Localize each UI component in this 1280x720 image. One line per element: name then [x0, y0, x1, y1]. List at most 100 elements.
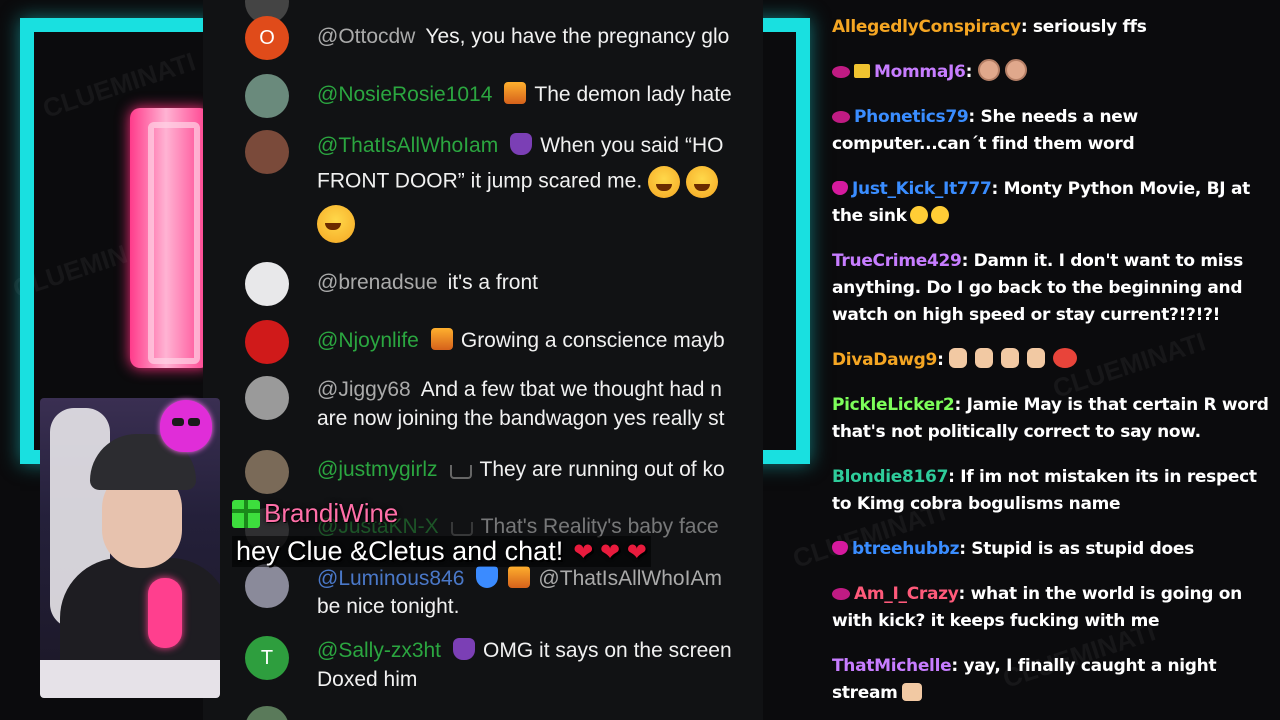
chat-text: Yes, you have the pregnancy glo	[425, 25, 730, 48]
kick-chat-message: MommaJ6:	[832, 59, 1272, 86]
chat-username: @ThatIsAllWhoIam	[317, 134, 499, 157]
kick-chat-message: TrueCrime429: Damn it. I don't want to m…	[832, 248, 1272, 329]
chat-message-line	[317, 205, 763, 243]
chat-username: @Ottocdw	[317, 25, 416, 48]
chat-username: @justmygirlz	[317, 458, 438, 481]
kick-username[interactable]: AllegedlyConspiracy	[832, 17, 1021, 37]
hearts-icon: ❤ ❤ ❤	[573, 539, 647, 566]
member-badge-icon	[504, 82, 527, 104]
ski-mask-logo-icon	[160, 400, 212, 452]
chat-text: Growing a conscience mayb	[460, 329, 725, 352]
kick-username[interactable]: DivaDawg9	[832, 350, 937, 370]
kick-username[interactable]: Phonetics79	[854, 107, 969, 127]
chat-text: And a few tbat we thought had n	[420, 378, 722, 401]
chat-username: @Jiggy68	[317, 378, 411, 401]
chat-mention: @ThatIsAllWhoIAm	[538, 567, 722, 590]
avatar: T	[245, 636, 289, 680]
eye-badge-icon	[832, 66, 850, 78]
member-badge-icon	[510, 133, 533, 155]
face-emote-icon	[1004, 59, 1027, 81]
chat-message: @Jiggy68 And a few tbat we thought had n	[317, 375, 763, 405]
avatar	[245, 320, 289, 364]
avatar	[245, 706, 289, 720]
neon-logo	[130, 108, 210, 368]
kick-text: : Stupid is as stupid does	[959, 539, 1194, 559]
chat-message-line: FRONT DOOR” it jump scared me.	[317, 166, 763, 198]
laughing-emoji-icon	[648, 166, 681, 198]
alert-username: BrandiWine	[232, 498, 398, 529]
rofl-emoji-icon	[686, 166, 719, 198]
kick-username[interactable]: PickleLicker2	[832, 395, 955, 415]
chat-username: @NosieRosie1014	[317, 83, 493, 106]
chat-message: @Sally-zx3ht OMG it says on the screen	[317, 636, 763, 666]
thumbs-up-emoji-icon	[949, 348, 968, 368]
praying-hands-emoji-icon	[901, 683, 922, 701]
kick-chat-message: Am_I_Crazy: what in the world is going o…	[832, 581, 1272, 635]
chat-message: @NosieRosie1014 The demon lady hate	[317, 80, 763, 110]
kick-username[interactable]: MommaJ6	[874, 62, 966, 82]
kick-username[interactable]: btreehubbz	[852, 539, 959, 559]
kick-chat-message: btreehubbz: Stupid is as stupid does	[832, 536, 1272, 563]
mask-badge-icon	[832, 181, 848, 195]
avatar	[245, 564, 289, 608]
kick-text: : seriously ffs	[1020, 17, 1147, 37]
avatar	[245, 376, 289, 420]
avatar	[245, 130, 289, 174]
chat-message: @brenadsue it's a front	[317, 268, 763, 298]
kick-username[interactable]: Just_Kick_It777	[852, 179, 992, 199]
member-badge-icon	[453, 638, 476, 660]
thumbs-up-emoji-icon	[975, 348, 994, 368]
chat-text: Doxed him	[317, 668, 418, 691]
avatar	[245, 262, 289, 306]
kick-chat-message: Phonetics79: She needs a new computer...…	[832, 104, 1272, 158]
chat-message: @justmygirlz They are running out of ko	[317, 455, 763, 485]
face-emote-icon	[977, 59, 1000, 81]
eye-badge-icon	[832, 588, 850, 600]
chat-text: When you said “HO	[540, 134, 724, 157]
chat-message-line: are now joining the bandwagon yes really…	[317, 404, 763, 434]
chat-message: @Ottocdw Yes, you have the pregnancy glo	[317, 22, 763, 52]
crown-badge-icon	[449, 465, 472, 479]
kick-username[interactable]: ThatMichelle	[832, 656, 952, 676]
alert-name-text: BrandiWine	[264, 498, 399, 528]
chat-message: @Njoynlife Growing a conscience mayb	[317, 326, 763, 356]
youtube-chat-panel: O @Ottocdw Yes, you have the pregnancy gl…	[203, 0, 763, 720]
thumbs-up-emoji-icon	[1027, 348, 1046, 368]
member-badge-icon	[508, 566, 531, 588]
kick-chat-message: DivaDawg9:	[832, 347, 1272, 374]
kick-chat-message: ThatMichelle: yay, I finally caught a ni…	[832, 653, 1272, 707]
avatar: O	[245, 16, 289, 60]
avatar	[245, 450, 289, 494]
rofl-emoji-icon	[317, 205, 355, 243]
kick-chat-message: Just_Kick_It777: Monty Python Movie, BJ …	[832, 176, 1272, 230]
chat-text: it's a front	[447, 271, 538, 294]
chat-username: @Luminous846	[317, 567, 465, 590]
gift-icon	[232, 499, 260, 528]
tongue-emoji-icon	[909, 206, 928, 224]
kick-chat-message: Blondie8167: If im not mistaken its in r…	[832, 464, 1272, 518]
alert-message-text: hey Clue &Cletus and chat!	[236, 536, 564, 566]
kick-chat-message: PickleLicker2: Jamie May is that certain…	[832, 392, 1272, 446]
tongue-emoji-icon	[930, 206, 949, 224]
chat-message-line: be nice tonight.	[317, 592, 763, 622]
kick-username[interactable]: TrueCrime429	[832, 251, 962, 271]
angry-emote-icon	[1053, 348, 1078, 368]
chat-message: @Luminous846 @ThatIsAllWhoIAm	[317, 564, 763, 594]
chat-username: @Sally-zx3ht	[317, 639, 442, 662]
desk	[40, 660, 220, 698]
verified-shield-icon	[476, 566, 499, 588]
chat-text: They are running out of ko	[479, 458, 725, 481]
member-badge-icon	[430, 328, 453, 350]
chat-text: The demon lady hate	[534, 83, 732, 106]
alert-message: hey Clue &Cletus and chat! ❤ ❤ ❤	[232, 536, 651, 567]
gift-badge-icon	[854, 64, 870, 78]
kick-chat-panel: AllegedlyConspiracy: seriously ffs Momma…	[832, 14, 1272, 720]
chat-text: OMG it says on the screen	[483, 639, 732, 662]
chat-message-line: Doxed him	[317, 665, 763, 695]
kick-username[interactable]: Am_I_Crazy	[854, 584, 959, 604]
chat-text: be nice tonight.	[317, 595, 460, 618]
chat-text: That's Reality's baby face	[480, 515, 719, 538]
chat-text: FRONT DOOR” it jump scared me.	[317, 169, 643, 193]
mask-badge-icon	[832, 541, 848, 555]
kick-username[interactable]: Blondie8167	[832, 467, 948, 487]
